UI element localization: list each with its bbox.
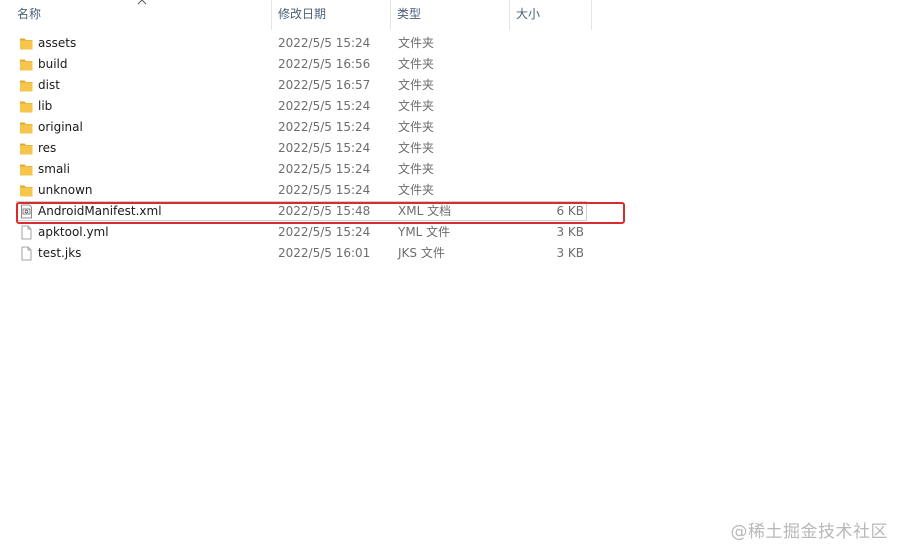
- file-size: 3 KB: [556, 246, 584, 260]
- file-modified-date: 2022/5/5 15:24: [278, 141, 371, 155]
- file-row[interactable]: apktool.yml 2022/5/5 15:24 YML 文件 3 KB: [0, 222, 905, 243]
- file-name: assets: [38, 36, 77, 50]
- file-list: assets 2022/5/5 15:24 文件夹 build 2022/5/5 16:…: [0, 33, 905, 264]
- file-modified-date: 2022/5/5 15:24: [278, 120, 371, 134]
- file-icon: [19, 246, 34, 261]
- file-type: 文件夹: [398, 183, 435, 197]
- folder-icon: [19, 36, 34, 51]
- watermark: @稀土掘金技术社区: [730, 522, 888, 542]
- folder-icon: [19, 183, 34, 198]
- file-row[interactable]: lib 2022/5/5 15:24 文件夹: [0, 96, 905, 117]
- file-name: apktool.yml: [38, 225, 109, 239]
- folder-icon: [19, 57, 34, 72]
- file-type: 文件夹: [398, 57, 435, 71]
- file-size: 3 KB: [556, 225, 584, 239]
- folder-icon: [19, 78, 34, 93]
- file-type: 文件夹: [398, 120, 435, 134]
- file-row[interactable]: test.jks 2022/5/5 16:01 JKS 文件 3 KB: [0, 243, 905, 264]
- annotation-highlight-box: [16, 202, 625, 224]
- folder-icon: [19, 120, 34, 135]
- file-type: JKS 文件: [398, 246, 445, 260]
- file-name: res: [38, 141, 57, 155]
- file-type: 文件夹: [398, 99, 435, 113]
- file-modified-date: 2022/5/5 15:24: [278, 162, 371, 176]
- file-icon: [19, 225, 34, 240]
- file-size: [510, 96, 584, 117]
- folder-icon: [19, 162, 34, 177]
- file-row[interactable]: build 2022/5/5 16:56 文件夹: [0, 54, 905, 75]
- file-size: [510, 138, 584, 159]
- file-row[interactable]: assets 2022/5/5 15:24 文件夹: [0, 33, 905, 54]
- column-header-name[interactable]: 名称: [11, 0, 272, 30]
- file-size: [510, 117, 584, 138]
- file-type: 文件夹: [398, 162, 435, 176]
- folder-icon: [19, 99, 34, 114]
- file-name: build: [38, 57, 68, 71]
- file-modified-date: 2022/5/5 16:01: [278, 246, 371, 260]
- column-header-type[interactable]: 类型: [391, 0, 510, 30]
- file-type: 文件夹: [398, 141, 435, 155]
- file-name: unknown: [38, 183, 93, 197]
- file-size: [510, 180, 584, 201]
- folder-icon: [19, 141, 34, 156]
- file-row[interactable]: original 2022/5/5 15:24 文件夹: [0, 117, 905, 138]
- file-name: smali: [38, 162, 70, 176]
- file-row[interactable]: dist 2022/5/5 16:57 文件夹: [0, 75, 905, 96]
- file-size: [510, 33, 584, 54]
- file-row[interactable]: unknown 2022/5/5 15:24 文件夹: [0, 180, 905, 201]
- file-name: test.jks: [38, 246, 82, 260]
- file-type: YML 文件: [398, 225, 451, 239]
- file-size: [510, 159, 584, 180]
- file-modified-date: 2022/5/5 15:24: [278, 183, 371, 197]
- file-modified-date: 2022/5/5 15:24: [278, 225, 371, 239]
- file-type: 文件夹: [398, 36, 435, 50]
- file-row[interactable]: smali 2022/5/5 15:24 文件夹: [0, 159, 905, 180]
- file-name: lib: [38, 99, 53, 113]
- file-size: [510, 75, 584, 96]
- file-name: original: [38, 120, 83, 134]
- file-row[interactable]: res 2022/5/5 15:24 文件夹: [0, 138, 905, 159]
- file-modified-date: 2022/5/5 15:24: [278, 99, 371, 113]
- file-modified-date: 2022/5/5 16:56: [278, 57, 371, 71]
- file-modified-date: 2022/5/5 15:24: [278, 36, 371, 50]
- file-explorer: 名称 修改日期 类型 大小 assets 2022/5/5 15:24 文件夹 bui…: [0, 0, 905, 556]
- column-header-date[interactable]: 修改日期: [272, 0, 391, 30]
- column-header-row: 名称 修改日期 类型 大小: [0, 0, 592, 30]
- file-modified-date: 2022/5/5 16:57: [278, 78, 371, 92]
- column-header-size[interactable]: 大小: [510, 0, 592, 30]
- file-size: [510, 54, 584, 75]
- file-type: 文件夹: [398, 78, 435, 92]
- file-name: dist: [38, 78, 60, 92]
